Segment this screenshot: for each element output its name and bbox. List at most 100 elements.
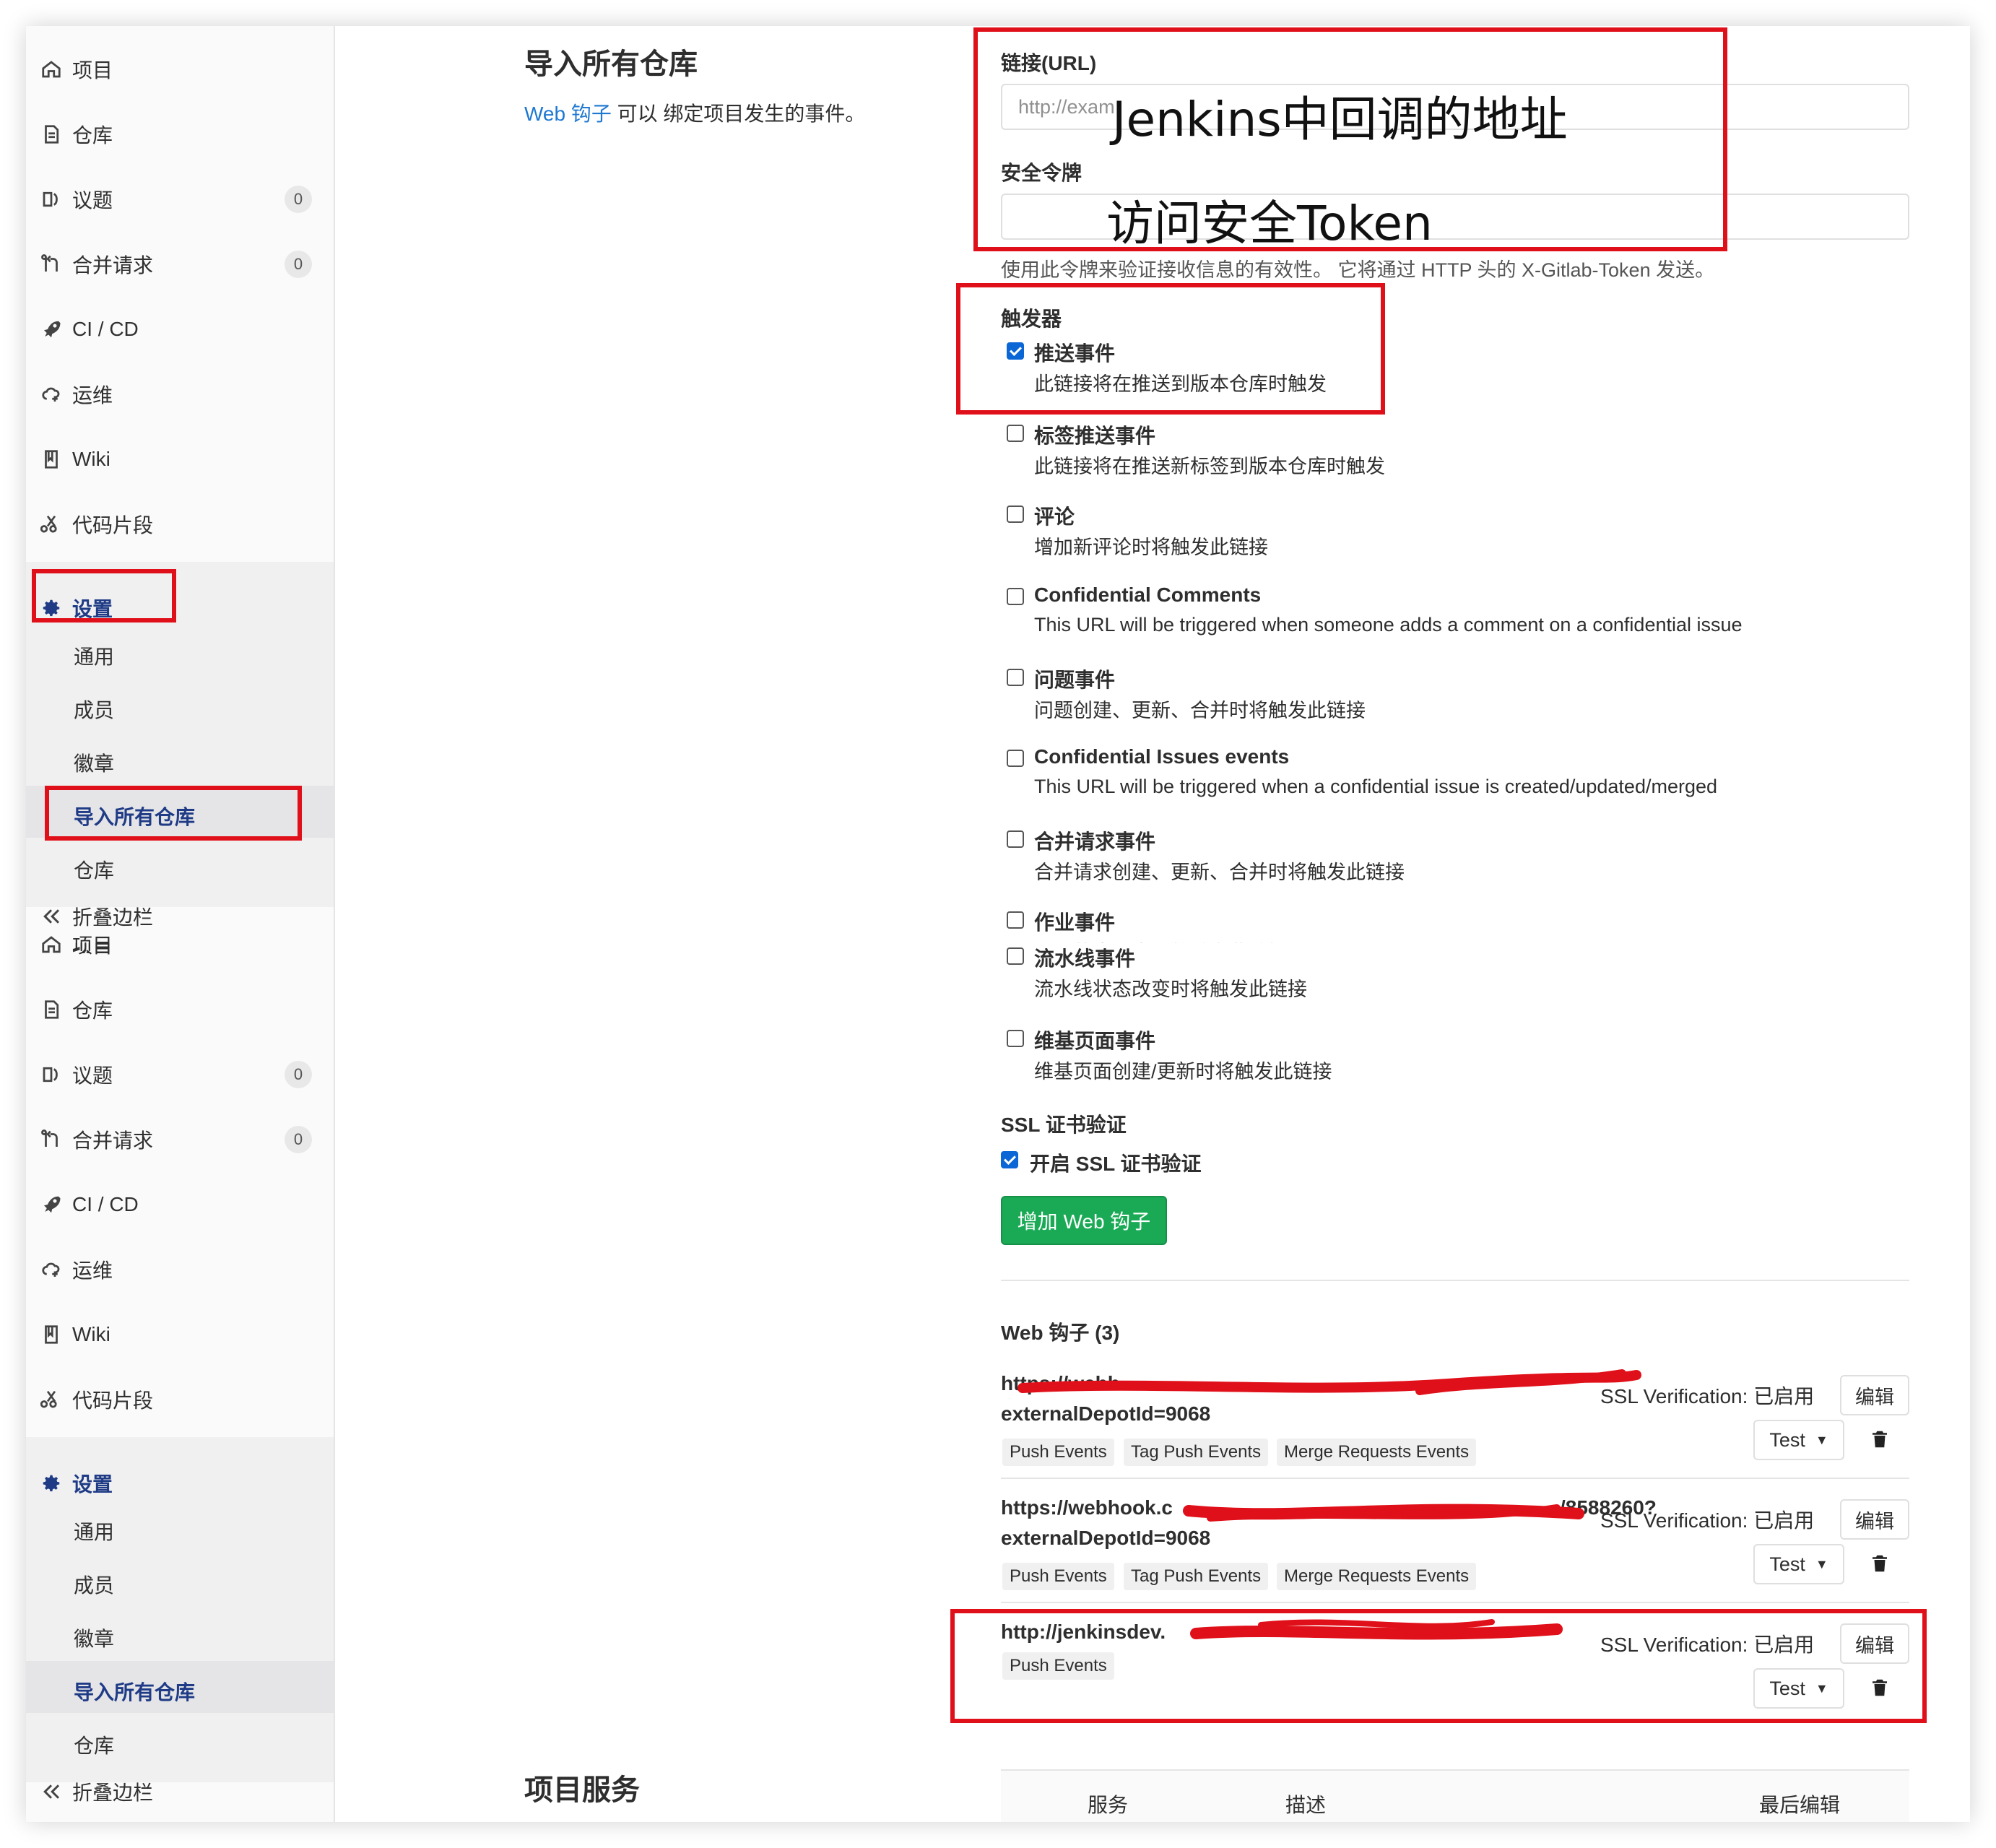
- trigger-checkbox[interactable]: [1007, 588, 1024, 605]
- trigger-checkbox[interactable]: [1007, 669, 1024, 686]
- scissors-icon: [39, 512, 64, 537]
- divider: [1001, 1602, 1909, 1603]
- subtitle-text: 可以 绑定项目发生的事件。: [611, 103, 866, 125]
- sidebar-sub-members-2[interactable]: 成员: [74, 1570, 114, 1599]
- trigger-checkbox[interactable]: [1007, 1030, 1024, 1047]
- caret-down-icon: ▼: [1815, 1556, 1828, 1571]
- hook-2-delete-trash-icon[interactable]: [1869, 1553, 1891, 1574]
- double-chevron-left-icon: [39, 1779, 64, 1804]
- hook-2-url: https://webhook.c: [1001, 1496, 1173, 1519]
- trigger-title: 作业事件: [1034, 911, 1116, 934]
- trigger-title: Confidential Issues events: [1034, 745, 1290, 768]
- trigger-row[interactable]: 评论 增加新评论时将触发此链接: [1001, 501, 1940, 566]
- trigger-title: 维基页面事件: [1034, 1030, 1156, 1052]
- sidebar-sub-repository-2[interactable]: 仓库: [74, 1730, 114, 1759]
- trigger-row[interactable]: 问题事件 问题创建、更新、合并时将触发此链接: [1001, 664, 1940, 729]
- trigger-checkbox[interactable]: [1007, 506, 1024, 523]
- sidebar-item-1[interactable]: 仓库: [26, 105, 334, 163]
- hook-1-delete-trash-icon[interactable]: [1869, 1428, 1891, 1450]
- trigger-row[interactable]: 流水线事件 流水线状态改变时将触发此链接: [1001, 943, 1940, 1008]
- sidebar-sub-integrations-2[interactable]: 导入所有仓库: [74, 1677, 195, 1706]
- sidebar-item-settings-2[interactable]: 设置: [26, 1454, 334, 1512]
- hook-2-ssl: SSL Verification: 已启用: [1600, 1509, 1815, 1532]
- sidebar-sub-general[interactable]: 通用: [74, 641, 114, 670]
- sidebar-item-2[interactable]: 议题 0: [26, 170, 334, 228]
- sidebar-item-label: 议题: [72, 189, 113, 212]
- home-icon: [39, 932, 64, 957]
- sidebar-item-7[interactable]: 代码片段: [26, 1371, 334, 1428]
- sidebar-item-4[interactable]: CI / CD: [26, 300, 334, 358]
- sidebar: 项目 仓库 议题 0 合并请求 0 CI / CD 运维 Wiki 代码片段 设置 通用 成员 徽…: [26, 26, 335, 1822]
- trigger-checkbox[interactable]: [1007, 425, 1024, 442]
- trigger-checkbox[interactable]: [1007, 947, 1024, 965]
- trigger-title: 流水线事件: [1034, 947, 1136, 970]
- sidebar-item-4[interactable]: CI / CD: [26, 1176, 334, 1233]
- collapse-sidebar-button-2[interactable]: 折叠边栏: [26, 1764, 334, 1820]
- sidebar-item-3[interactable]: 合并请求 0: [26, 235, 334, 293]
- trigger-checkbox[interactable]: [1007, 911, 1024, 929]
- sidebar-item-2[interactable]: 议题 0: [26, 1046, 334, 1103]
- sidebar-item-6[interactable]: Wiki: [26, 430, 334, 488]
- trigger-row[interactable]: 标签推送事件 此链接将在推送新标签到版本仓库时触发: [1001, 420, 1940, 485]
- trigger-title: Confidential Comments: [1034, 584, 1262, 606]
- sidebar-item-0[interactable]: 项目: [26, 40, 334, 98]
- divider: [1001, 1478, 1909, 1479]
- redaction-scribble: [1183, 1504, 1584, 1522]
- trigger-row[interactable]: 维基页面事件 维基页面创建/更新时将触发此链接: [1001, 1025, 1940, 1090]
- document-icon: [39, 997, 64, 1022]
- ssl-checkbox[interactable]: [1001, 1151, 1018, 1168]
- sidebar-item-label: 代码片段: [72, 514, 154, 537]
- test-label: Test: [1769, 1553, 1805, 1575]
- hook-1-test-button[interactable]: Test ▼: [1753, 1420, 1844, 1460]
- count-badge: 0: [285, 186, 312, 213]
- sidebar-item-0[interactable]: 项目: [26, 916, 334, 973]
- sidebar-item-label: 仓库: [72, 124, 113, 147]
- sidebar-sub-badges[interactable]: 徽章: [74, 748, 114, 777]
- trigger-checkbox[interactable]: [1007, 830, 1024, 848]
- annotation-box-url-token: [973, 27, 1727, 251]
- sidebar-item-label: 项目: [72, 934, 113, 957]
- sidebar-sub-members[interactable]: 成员: [74, 695, 114, 724]
- sidebar-sub-badges-2[interactable]: 徽章: [74, 1623, 114, 1652]
- trigger-desc: This URL will be triggered when someone …: [1034, 614, 1743, 635]
- cloud-gear-icon: [39, 382, 64, 407]
- sidebar-item-label: 运维: [72, 1259, 113, 1282]
- trigger-row[interactable]: Confidential Issues events This URL will …: [1001, 745, 1940, 810]
- ssl-checkbox-row[interactable]: 开启 SSL 证书验证: [1001, 1148, 1940, 1177]
- trigger-row[interactable]: 合并请求事件 合并请求创建、更新、合并时将触发此链接: [1001, 826, 1940, 891]
- sidebar-item-label: 议题: [72, 1064, 113, 1087]
- trigger-desc: 问题创建、更新、合并时将触发此链接: [1034, 700, 1366, 721]
- divider: [1001, 1280, 1909, 1281]
- trigger-row[interactable]: 作业事件作业状态改变时将触发此链接: [1001, 907, 1940, 943]
- sidebar-item-3[interactable]: 合并请求 0: [26, 1111, 334, 1168]
- trigger-desc: 此链接将在推送新标签到版本仓库时触发: [1034, 456, 1385, 477]
- rocket-icon: [39, 1192, 64, 1217]
- book-icon: [39, 1322, 64, 1347]
- sidebar-sub-repository[interactable]: 仓库: [74, 855, 114, 884]
- hook-1-edit-button[interactable]: 编辑: [1840, 1375, 1909, 1415]
- trigger-title: 评论: [1034, 506, 1075, 528]
- collapse-label: 折叠边栏: [72, 1782, 154, 1804]
- trigger-desc: 作业状态改变时将触发此链接: [1034, 937, 1288, 943]
- caret-down-icon: ▼: [1815, 1432, 1828, 1447]
- sidebar-item-label: CI / CD: [72, 1193, 139, 1215]
- sidebar-item-6[interactable]: Wiki: [26, 1306, 334, 1363]
- sidebar-item-label: 合并请求: [72, 254, 154, 277]
- sidebar-item-5[interactable]: 运维: [26, 365, 334, 423]
- hooks-title: Web 钩子 (3): [1001, 1322, 1120, 1344]
- hook-2-test-button[interactable]: Test ▼: [1753, 1544, 1844, 1584]
- add-webhook-button[interactable]: 增加 Web 钩子: [1001, 1196, 1167, 1245]
- hook-1-tag: Tag Push Events: [1124, 1439, 1269, 1466]
- trigger-desc: 合并请求创建、更新、合并时将触发此链接: [1034, 862, 1405, 883]
- sidebar-item-label: 仓库: [72, 999, 113, 1022]
- sidebar-sub-general-2[interactable]: 通用: [74, 1517, 114, 1545]
- services-col-last-edit: 最后编辑: [1759, 1794, 1841, 1816]
- webhooks-link[interactable]: Web 钩子: [524, 103, 612, 125]
- hook-2-edit-button[interactable]: 编辑: [1840, 1499, 1909, 1540]
- trigger-checkbox[interactable]: [1007, 750, 1024, 767]
- sidebar-item-label: 项目: [72, 59, 113, 82]
- sidebar-item-1[interactable]: 仓库: [26, 981, 334, 1038]
- sidebar-item-5[interactable]: 运维: [26, 1241, 334, 1298]
- sidebar-item-7[interactable]: 代码片段: [26, 495, 334, 553]
- trigger-row[interactable]: Confidential Comments This URL will be tr…: [1001, 584, 1940, 648]
